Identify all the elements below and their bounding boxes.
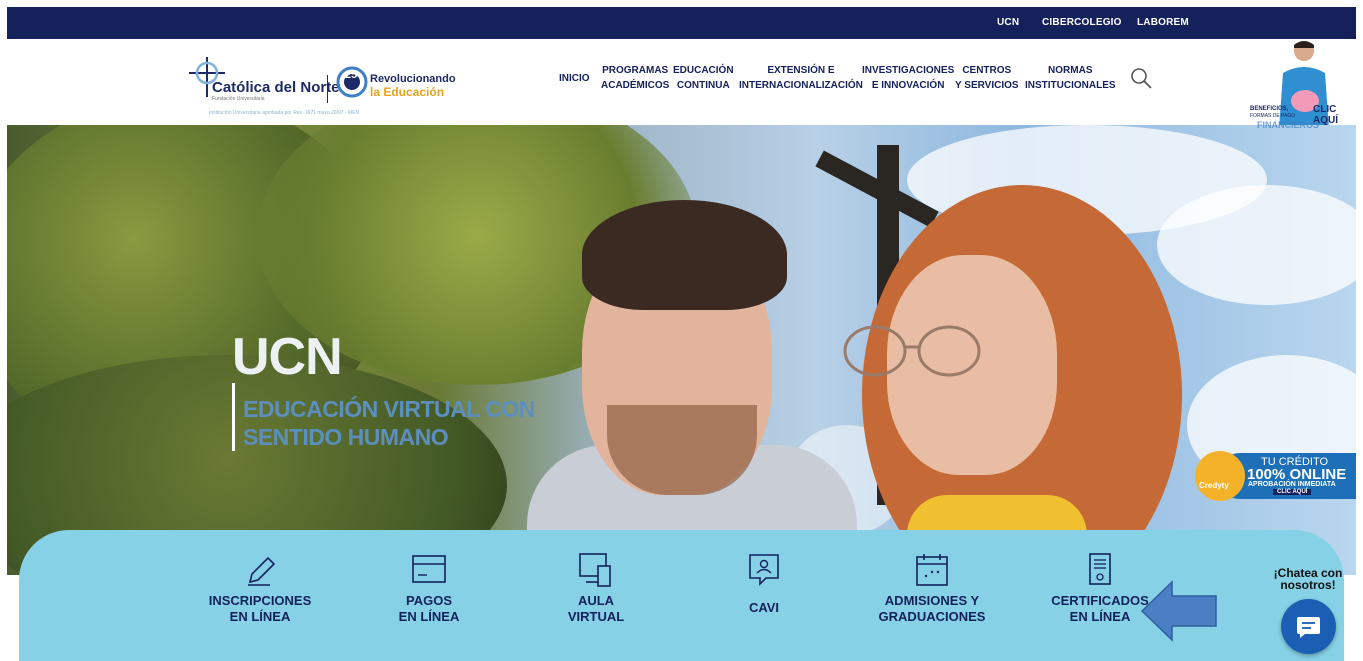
payment-card-icon xyxy=(412,555,446,583)
chat-bubble-icon xyxy=(1297,617,1320,638)
promo-clic[interactable]: CLIC AQUÍ xyxy=(1313,104,1363,126)
logo-divider xyxy=(327,75,328,103)
header: Católica del Norte Fundación Universitar… xyxy=(7,39,1356,129)
hero-subtitle: EDUCACIÓN VIRTUAL CON SENTIDO HUMANO xyxy=(243,396,535,450)
glasses-shape xyxy=(843,325,981,377)
nav-normas[interactable]: NORMAS INSTITUCIONALES xyxy=(1025,63,1116,93)
promo-beneficios[interactable]: BENEFICIOS, xyxy=(1250,106,1288,112)
ucn-homepage: UCN CIBERCOLEGIO LABOREM Católica del No… xyxy=(0,0,1363,661)
logo-institution-note: Institución Universitaria aprobada por R… xyxy=(209,110,360,116)
qa-label: CAVI xyxy=(748,600,780,615)
qa-label: ADMISIONES Y GRADUACIONES xyxy=(878,593,986,624)
nav-inicio[interactable]: INICIO xyxy=(559,71,590,86)
credyty-cta: CLIC AQUÍ xyxy=(1273,489,1312,495)
nav-educacion[interactable]: EDUCACIÓN CONTINUA xyxy=(673,63,734,93)
promo-financieros[interactable]: FINANCIEROS xyxy=(1257,120,1319,130)
credyty-logo-icon xyxy=(1195,451,1245,501)
chat-button[interactable] xyxy=(1281,599,1336,654)
man-hair-shape xyxy=(582,200,787,310)
user-chat-icon xyxy=(749,554,779,586)
promo-formas[interactable]: FORMAS DE PAGO xyxy=(1250,113,1295,119)
nav-investigaciones[interactable]: INVESTIGACIONES E INNOVACIÓN xyxy=(862,63,954,93)
credyty-line3: APROBACIÓN INMEDIATA xyxy=(1248,481,1336,488)
hero-banner[interactable]: UCN EDUCACIÓN VIRTUAL CON SENTIDO HUMANO xyxy=(7,125,1356,575)
logo-anniversary: 25 xyxy=(345,69,358,81)
chat-label: ¡Chatea con nosotros! xyxy=(1273,566,1343,592)
pencil-icon xyxy=(248,556,276,586)
certificate-icon xyxy=(1089,553,1111,585)
hero-bar xyxy=(232,383,235,451)
qa-label: PAGOS EN LÍNEA xyxy=(398,593,460,624)
nav-centros[interactable]: CENTROS Y SERVICIOS xyxy=(955,63,1019,93)
man-beard-shape xyxy=(607,405,757,495)
cloud-shape xyxy=(1157,185,1356,305)
nav-programas[interactable]: PROGRAMAS ACADÉMICOS xyxy=(601,63,669,93)
hero-title: UCN xyxy=(232,328,343,386)
top-bar: UCN CIBERCOLEGIO LABOREM xyxy=(7,7,1356,39)
nav-extension[interactable]: EXTENSIÓN E INTERNACIONALIZACIÓN xyxy=(739,63,863,93)
qa-label: AULA VIRTUAL xyxy=(567,593,625,624)
credyty-badge[interactable]: Credyty TU CRÉDITO 100% ONLINE APROBACIÓ… xyxy=(1195,451,1356,502)
logo-slogan-2: la Educación xyxy=(370,85,445,99)
computer-icon xyxy=(579,553,611,587)
logo[interactable]: Católica del Norte Fundación Universitar… xyxy=(187,51,467,121)
pointer-arrow-icon xyxy=(1140,580,1217,642)
top-link-laborem[interactable]: LABOREM xyxy=(1137,17,1189,28)
calendar-icon xyxy=(916,554,948,586)
logo-name: Católica del Norte xyxy=(212,79,340,96)
logo-slogan-1: Revolucionando xyxy=(370,73,456,85)
qa-label: INSCRIPCIONES EN LÍNEA xyxy=(208,593,312,624)
search-icon[interactable] xyxy=(1129,66,1153,90)
logo-sub: Fundación Universitaria xyxy=(212,96,265,102)
top-link-ucn[interactable]: UCN xyxy=(997,17,1019,28)
credyty-brand: Credyty xyxy=(1199,481,1229,490)
top-link-cibercolegio[interactable]: CIBERCOLEGIO xyxy=(1042,17,1122,28)
